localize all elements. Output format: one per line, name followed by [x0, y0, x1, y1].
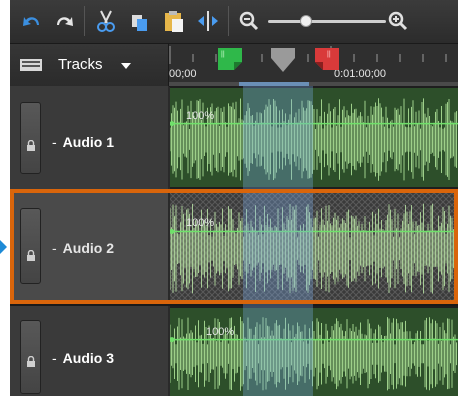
- ruler-time-start: 00;00: [169, 68, 197, 80]
- track-label: - Audio 3: [52, 350, 115, 366]
- waveform: [170, 316, 458, 391]
- audio-clip[interactable]: 100%: [170, 88, 458, 187]
- redo-icon[interactable]: [50, 7, 78, 35]
- undo-icon[interactable]: [18, 7, 46, 35]
- svg-text:||: ||: [327, 51, 331, 58]
- track-header: - Audio 3: [10, 306, 168, 396]
- volume-label: 100%: [186, 217, 215, 229]
- track-handle[interactable]: [20, 102, 41, 174]
- tracks-list-icon: [20, 57, 42, 78]
- volume-label: 100%: [186, 110, 215, 122]
- track-audio-1[interactable]: - Audio 1 100%: [10, 86, 458, 191]
- track-audio-3[interactable]: - Audio 3 100%: [10, 304, 458, 396]
- split-icon[interactable]: [194, 7, 222, 35]
- selected-track-indicator: [0, 240, 7, 254]
- timeline-toolbar: [10, 0, 458, 44]
- track-audio-2[interactable]: - Audio 2 100%: [10, 191, 458, 302]
- tracks-menu[interactable]: Tracks: [10, 44, 169, 86]
- svg-text:||: ||: [221, 51, 225, 58]
- track-header: - Audio 2: [10, 191, 168, 302]
- zoom-out-icon[interactable]: [235, 7, 263, 35]
- waveform: [170, 193, 458, 300]
- ruler-time-1min: 0:01:00;00: [334, 68, 386, 80]
- paste-icon[interactable]: [160, 7, 188, 35]
- track-header: - Audio 1: [10, 86, 168, 189]
- volume-label: 100%: [206, 326, 235, 338]
- track-lane[interactable]: 100%: [170, 191, 458, 302]
- track-lane[interactable]: 100%: [170, 306, 458, 396]
- lock-icon[interactable]: [26, 355, 36, 373]
- timeline-editor: Tracks 00;00 0:01:00;00 || || - Audio 1 …: [10, 0, 458, 396]
- chevron-down-icon[interactable]: [121, 63, 131, 69]
- zoom-slider-thumb[interactable]: [300, 15, 312, 27]
- audio-clip[interactable]: 100%: [170, 193, 458, 300]
- track-handle[interactable]: [20, 320, 41, 394]
- track-label: - Audio 2: [52, 240, 115, 256]
- in-point-marker[interactable]: ||: [218, 48, 244, 77]
- copy-icon[interactable]: [126, 7, 154, 35]
- track-label: - Audio 1: [52, 134, 115, 150]
- tracks-menu-label: Tracks: [58, 56, 103, 73]
- waveform: [170, 98, 458, 181]
- track-lane[interactable]: 100%: [170, 86, 458, 189]
- lock-icon[interactable]: [26, 139, 36, 157]
- out-point-marker[interactable]: ||: [313, 48, 339, 77]
- track-handle[interactable]: [20, 208, 41, 284]
- playhead[interactable]: [271, 48, 295, 79]
- cut-icon[interactable]: [92, 7, 120, 35]
- zoom-slider[interactable]: [268, 20, 386, 23]
- lock-icon[interactable]: [26, 249, 36, 267]
- timeline-ruler[interactable]: 00;00 0:01:00;00 || ||: [169, 44, 458, 87]
- zoom-in-icon[interactable]: [384, 7, 412, 35]
- audio-clip[interactable]: 100%: [170, 308, 458, 396]
